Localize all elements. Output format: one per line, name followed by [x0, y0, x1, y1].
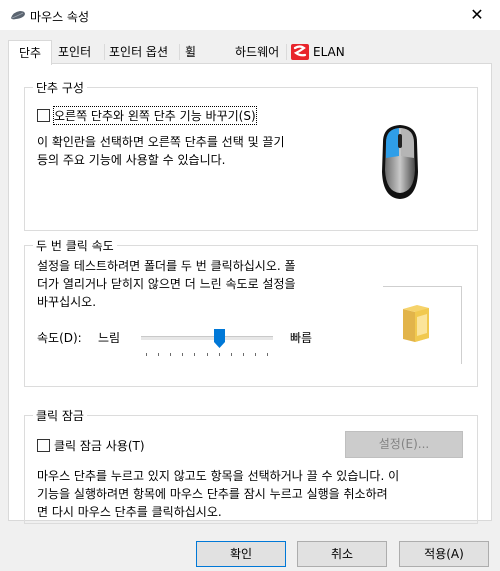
slider-tick — [158, 353, 160, 356]
tab-separator — [286, 44, 287, 60]
tab-pointers[interactable]: 포인터 — [58, 42, 91, 62]
tab-label: 휠 — [185, 45, 197, 59]
speed-slider[interactable] — [141, 326, 273, 366]
slider-tick — [218, 353, 220, 356]
click-lock-label[interactable]: 클릭 잠금 사용(T) — [54, 437, 145, 454]
slow-label: 느림 — [98, 331, 121, 345]
mouse-title-icon — [11, 11, 25, 20]
tab-label: 하드웨어 — [235, 45, 280, 59]
close-icon: ✕ — [470, 5, 484, 24]
slider-track — [141, 336, 273, 341]
group-title: 클릭 잠금 — [33, 407, 87, 424]
tab-separator — [179, 44, 180, 60]
description-line: 면 다시 마우스 단추를 클릭하십시오. — [37, 505, 222, 519]
title-bar: 마우스 속성 ✕ — [0, 0, 500, 30]
description-line: 이 확인란을 선택하면 오른쪽 단추를 선택 및 끌기 — [37, 135, 285, 149]
slider-tick — [242, 353, 244, 356]
click-lock-settings-button[interactable]: 설정(E)... — [345, 431, 463, 458]
tab-label: 포인터 — [58, 45, 92, 59]
slider-tick — [267, 353, 268, 356]
group-title: 단추 구성 — [33, 79, 87, 96]
tab-wheel[interactable]: 휠 — [185, 42, 196, 62]
slider-tick — [194, 353, 196, 356]
description-line: 더가 열리거나 닫히지 않으면 더 느린 속도로 설정을 — [37, 277, 296, 291]
dialog-body: 단추 포인터 포인터 옵션 휠 하드웨어 ELAN 단추 구성 오른쪽 단추와 … — [0, 30, 500, 571]
description-line: 기능을 실행하려면 항목에 마우스 단추를 잠시 누르고 실행을 취소하려 — [37, 487, 388, 501]
speed-label: 속도(D): — [37, 331, 82, 345]
slider-tick — [206, 353, 208, 356]
tab-label: 단추 — [18, 46, 42, 60]
click-lock-checkbox[interactable] — [37, 439, 50, 452]
apply-button[interactable]: 적용(A) — [399, 541, 489, 567]
description-line: 설정을 테스트하려면 폴더를 두 번 클릭하십시오. 폴 — [37, 259, 296, 273]
close-button[interactable]: ✕ — [454, 0, 500, 30]
tab-label: ELAN — [313, 45, 345, 59]
tab-buttons[interactable]: 단추 — [8, 40, 52, 65]
tab-pointer-options[interactable]: 포인터 옵션 — [109, 42, 168, 62]
button-configuration-group: 단추 구성 오른쪽 단추와 왼쪽 단추 기능 바꾸기(S) 이 확인란을 선택하… — [24, 79, 478, 231]
cancel-button[interactable]: 취소 — [297, 541, 387, 567]
slider-tick — [182, 353, 184, 356]
description-line: 마우스 단추를 누르고 있지 않고도 항목을 선택하거나 끌 수 있습니다. 이 — [37, 469, 400, 483]
tab-label: 포인터 옵션 — [109, 45, 169, 59]
folder-icon[interactable] — [401, 303, 431, 343]
click-lock-group: 클릭 잠금 클릭 잠금 사용(T) 설정(E)... 마우스 단추를 누르고 있… — [24, 407, 478, 524]
slider-thumb[interactable] — [213, 329, 225, 348]
slider-tick — [230, 353, 232, 356]
window-title: 마우스 속성 — [30, 10, 90, 24]
tab-separator — [104, 44, 105, 60]
slider-tick — [170, 353, 172, 356]
test-area[interactable] — [383, 286, 462, 364]
swap-buttons-label[interactable]: 오른쪽 단추와 왼쪽 단추 기능 바꾸기(S) — [53, 106, 257, 125]
description-line: 등의 주요 기능에 사용할 수 있습니다. — [37, 153, 226, 167]
double-click-speed-group: 두 번 클릭 속도 설정을 테스트하려면 폴더를 두 번 클릭하십시오. 폴 더… — [24, 237, 478, 387]
fast-label: 빠름 — [290, 331, 313, 345]
description-line: 바꾸십시오. — [37, 295, 97, 309]
ok-button[interactable]: 확인 — [196, 541, 286, 567]
slider-tick — [146, 353, 147, 356]
tab-hardware[interactable]: 하드웨어 — [235, 42, 279, 62]
mouse-illustration-icon — [382, 125, 418, 199]
tab-panel: 단추 구성 오른쪽 단추와 왼쪽 단추 기능 바꾸기(S) 이 확인란을 선택하… — [8, 63, 492, 524]
swap-buttons-checkbox[interactable] — [37, 109, 50, 122]
slider-tick — [254, 353, 256, 356]
elan-logo-icon — [291, 44, 309, 60]
group-title: 두 번 클릭 속도 — [33, 237, 117, 254]
